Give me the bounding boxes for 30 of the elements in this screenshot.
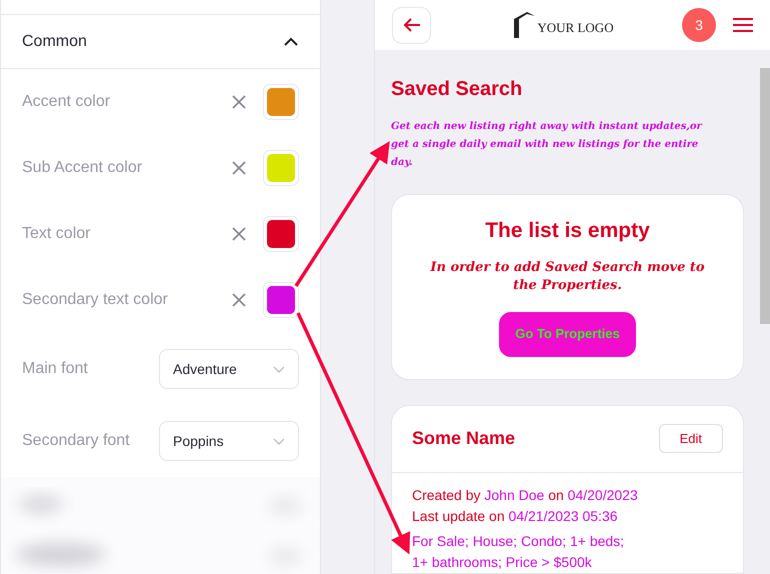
setting-label: Secondary font <box>22 431 131 451</box>
setting-label: Sub Accent color <box>22 158 144 178</box>
clear-icon[interactable] <box>232 227 246 241</box>
empty-title: The list is empty <box>485 218 650 244</box>
edit-button[interactable]: Edit <box>658 424 723 453</box>
back-button[interactable] <box>392 6 431 44</box>
clear-icon[interactable] <box>232 95 246 109</box>
logo-text: YOUR LOGO <box>537 18 614 36</box>
setting-label: Accent color <box>22 92 112 112</box>
search-name: Some Name <box>412 427 516 450</box>
section-header[interactable]: Common <box>1 15 320 69</box>
search-info: Created by John Doe on 04/20/2023 <box>412 486 639 505</box>
caret-icon <box>273 366 285 372</box>
search-info: Last update on 04/21/2023 05:36 <box>412 506 619 526</box>
font-select[interactable]: Poppins <box>159 421 299 461</box>
clear-icon[interactable] <box>232 161 246 175</box>
empty-message: In order to add Saved Search move to the Properties. <box>429 258 706 294</box>
setting-label: Text color <box>22 224 92 244</box>
caret-icon <box>273 438 285 444</box>
section-title: Common <box>22 32 87 52</box>
logo-icon <box>513 11 536 39</box>
setting-label: Secondary text color <box>22 290 169 310</box>
page-title: Saved Search <box>391 77 524 102</box>
back-arrow-icon <box>402 17 420 33</box>
clear-icon[interactable] <box>232 293 246 307</box>
setting-label: Main font <box>22 359 89 379</box>
menu-icon[interactable] <box>733 17 753 33</box>
search-criteria: For Sale; House; Condo; 1+ beds; 1+ bathrooms; Price > $500k <box>412 532 626 572</box>
font-select[interactable]: Adventure <box>159 349 299 389</box>
page-description: Get each new listing right away with instant updates,or get a single daily email with new listings for the entire day. <box>391 120 704 170</box>
